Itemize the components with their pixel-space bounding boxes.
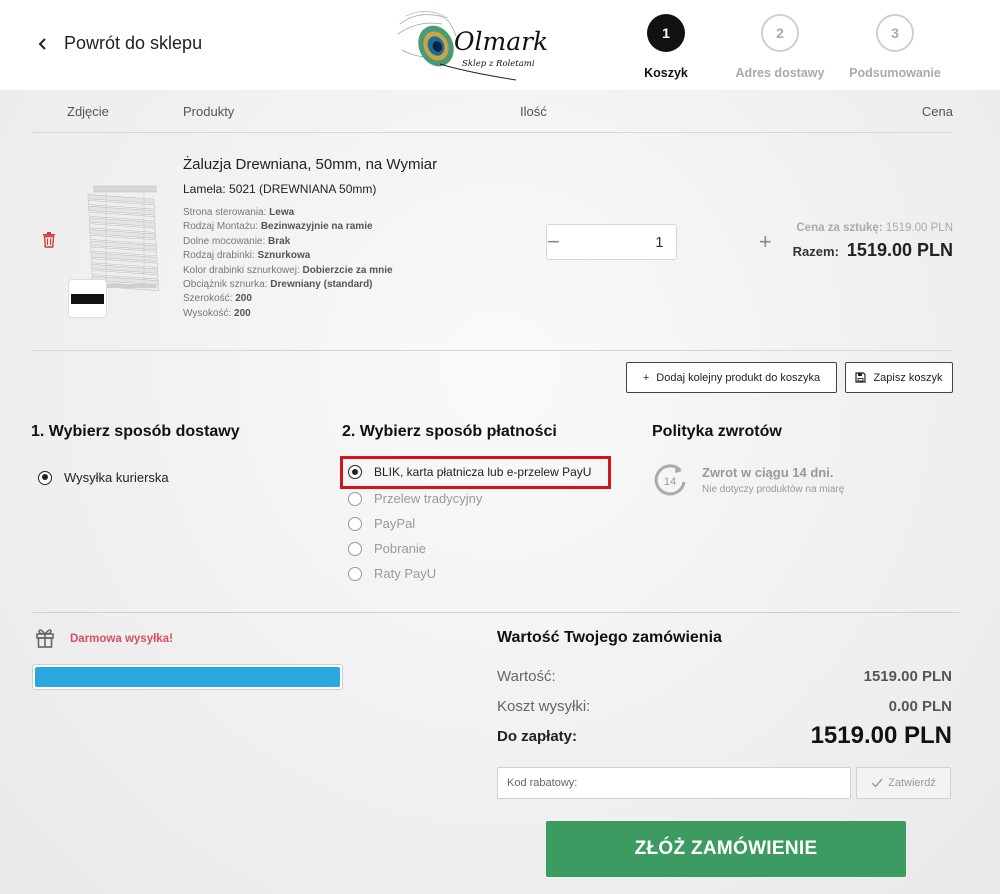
payment-option-paypal[interactable]: PayPal: [348, 516, 415, 531]
shipping-cost-label: Koszt wysyłki:: [497, 698, 591, 715]
step-delivery-address: 2 Adres dostawy: [720, 14, 840, 80]
payment-option-label: Raty PayU: [374, 566, 437, 581]
payment-option-cod[interactable]: Pobranie: [348, 541, 426, 556]
step-summary: 3 Podsumowanie: [835, 14, 955, 80]
add-product-label: Dodaj kolejny produkt do koszyka: [656, 371, 821, 384]
payment-option-label: PayPal: [374, 516, 416, 531]
step-cart[interactable]: 1 Koszyk: [606, 14, 726, 80]
radio-button[interactable]: [348, 491, 362, 506]
radio-button[interactable]: [38, 470, 52, 485]
logo-title: Olmark: [454, 27, 548, 56]
place-order-button[interactable]: ZŁÓŻ ZAMÓWIENIE: [546, 821, 906, 877]
returns-section-title: Polityka zwrotów: [652, 423, 782, 440]
free-shipping-label: Darmowa wysyłka!: [70, 633, 173, 645]
product-image-blind: [87, 185, 159, 291]
step-number: 3: [876, 14, 914, 52]
delivery-option-courier[interactable]: Wysyłka kurierska: [38, 470, 169, 485]
column-header-quantity: Ilość: [520, 104, 547, 119]
apply-discount-button[interactable]: Zatwierdź: [856, 767, 951, 799]
quantity-increase-button[interactable]: +: [759, 225, 772, 259]
shipping-cost-value: 0.00 PLN: [888, 698, 952, 715]
floppy-disk-icon: [855, 372, 867, 383]
attribute-row: Rodzaj Montażu: Bezinwazyjnie na ramie: [183, 221, 373, 233]
olmark-logo[interactable]: Olmark Sklep z Roletami: [396, 6, 558, 86]
return-policy-headline: Zwrot w ciągu 14 dni.: [702, 465, 834, 480]
apply-discount-label: Zatwierdź: [888, 777, 936, 789]
amount-due-value: 1519.00 PLN: [810, 722, 952, 749]
progress-fill: [35, 667, 340, 687]
chevron-left-icon: [38, 37, 46, 50]
quantity-input[interactable]: [559, 233, 759, 251]
quantity-stepper: − +: [546, 224, 772, 260]
payment-section-title: 2. Wybierz sposób płatności: [342, 423, 557, 440]
amount-due-label: Do zapłaty:: [497, 728, 578, 745]
line-total: Razem: 1519.00 PLN: [793, 240, 953, 261]
payment-option-installments[interactable]: Raty PayU: [348, 566, 436, 581]
step-number: 2: [761, 14, 799, 52]
add-product-button[interactable]: + Dodaj kolejny produkt do koszyka: [626, 362, 837, 393]
attribute-row: Rodzaj drabinki: Sznurkowa: [183, 250, 311, 262]
cart-content: Zdjęcie Produkty Ilość Cena Żaluzja Drew…: [0, 90, 1000, 894]
column-header-price: Cena: [921, 104, 953, 119]
payment-option-bank-transfer[interactable]: Przelew tradycyjny: [348, 491, 482, 506]
delivery-option-label: Wysyłka kurierska: [64, 470, 169, 485]
header: Powrót do sklepu Olmark Sklep z Roletami…: [0, 0, 1000, 90]
line-total-value: 1519.00 PLN: [846, 240, 953, 260]
product-attributes: Strona sterowania: Lewa Rodzaj Montażu: …: [183, 206, 393, 321]
attribute-row: Strona sterowania: Lewa: [183, 207, 295, 218]
order-value-label: Wartość:: [497, 668, 556, 685]
logo-subtitle: Sklep z Roletami: [462, 59, 535, 69]
product-lamela: Lamela: 5021 (DREWNIANA 50mm): [183, 182, 377, 196]
section-divider: [32, 612, 959, 613]
checkmark-icon: [871, 778, 883, 788]
swatch-color-fill: [71, 293, 104, 304]
attribute-row: Obciążnik sznurka: Drewniany (standard): [183, 279, 373, 291]
step-number: 1: [647, 14, 685, 52]
return-policy-note: Nie dotyczy produktów na miarę: [702, 484, 845, 495]
color-swatch[interactable]: [68, 279, 107, 318]
header-divider: [32, 132, 953, 133]
order-summary-title: Wartość Twojego zamówienia: [497, 629, 722, 646]
back-to-shop-label: Powrót do sklepu: [64, 33, 203, 53]
line-total-label: Razem:: [792, 244, 839, 259]
back-to-shop-link[interactable]: Powrót do sklepu: [36, 33, 202, 54]
order-value: 1519.00 PLN: [863, 668, 952, 685]
step-label: Koszyk: [644, 66, 688, 80]
column-header-products: Produkty: [183, 104, 235, 119]
unit-price: Cena za sztukę: 1519.00 PLN: [796, 222, 953, 234]
payment-option-label: Przelew tradycyjny: [374, 491, 483, 506]
gift-icon: [36, 629, 54, 648]
attribute-row: Szerokość: 200: [183, 293, 252, 305]
step-label: Adres dostawy: [735, 66, 825, 80]
step-label: Podsumowanie: [849, 66, 941, 80]
plus-icon: +: [642, 371, 650, 384]
attribute-row: Wysokość: 200: [183, 307, 251, 319]
attribute-row: Kolor drabinki sznurkowej: Dobierzcie za…: [183, 264, 393, 276]
free-shipping-progress: [32, 664, 343, 690]
save-cart-button[interactable]: Zapisz koszyk: [845, 362, 953, 393]
radio-button[interactable]: [348, 566, 362, 581]
svg-text:14: 14: [664, 476, 676, 488]
payment-option-label: BLIK, karta płatnicza lub e-przelew PayU: [374, 465, 592, 479]
product-name[interactable]: Żaluzja Drewniana, 50mm, na Wymiar: [183, 156, 437, 173]
radio-button[interactable]: [348, 541, 362, 556]
payment-option-payu[interactable]: BLIK, karta płatnicza lub e-przelew PayU: [348, 465, 591, 479]
delivery-section-title: 1. Wybierz sposób dostawy: [31, 423, 240, 440]
trash-icon[interactable]: [42, 232, 56, 248]
column-header-photo: Zdjęcie: [67, 104, 109, 119]
discount-code-input[interactable]: [497, 767, 851, 799]
return-14-days-icon: 14: [654, 464, 686, 496]
attribute-row: Dolne mocowanie: Brak: [183, 235, 291, 247]
save-cart-label: Zapisz koszyk: [873, 371, 943, 384]
quantity-decrease-button[interactable]: −: [547, 225, 560, 259]
product-divider: [32, 350, 953, 351]
radio-button[interactable]: [348, 465, 362, 479]
radio-button[interactable]: [348, 516, 362, 531]
payment-option-label: Pobranie: [374, 541, 427, 556]
